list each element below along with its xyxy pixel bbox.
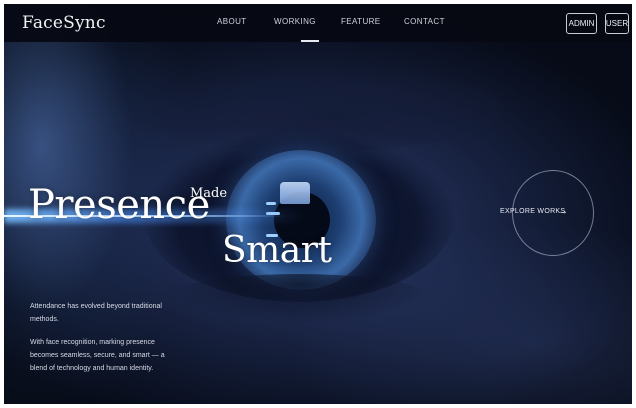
user-button[interactable]: USER — [605, 13, 629, 34]
hero-section: FaceSync ABOUT WORKING FEATURE CONTACT A… — [4, 4, 632, 404]
hero-description-2: With face recognition, marking presence … — [30, 339, 165, 372]
admin-button[interactable]: ADMIN — [566, 13, 597, 34]
nav-link-feature[interactable]: FEATURE — [341, 17, 381, 26]
hero-title-presence: Presence — [28, 182, 210, 228]
nav-link-working[interactable]: WORKING — [274, 17, 316, 26]
top-navbar: FaceSync ABOUT WORKING FEATURE CONTACT A… — [4, 4, 632, 42]
nav-link-contact[interactable]: CONTACT — [404, 17, 445, 26]
nav-active-indicator — [301, 40, 319, 42]
nav-link-about[interactable]: ABOUT — [217, 17, 247, 26]
lower-lid-shadow — [164, 274, 434, 324]
hero-description-1: Attendance has evolved beyond traditiona… — [30, 303, 162, 323]
scan-tick — [266, 202, 276, 205]
hero-title-smart: Smart — [222, 230, 332, 271]
arrow-right-icon[interactable]: → — [558, 206, 568, 217]
scan-gauge-graphic — [280, 182, 310, 204]
explore-works-link[interactable]: EXPLORE WORKS — [500, 208, 565, 215]
hero-title-made: Made — [190, 186, 228, 201]
brand-logo[interactable]: FaceSync — [22, 13, 106, 33]
